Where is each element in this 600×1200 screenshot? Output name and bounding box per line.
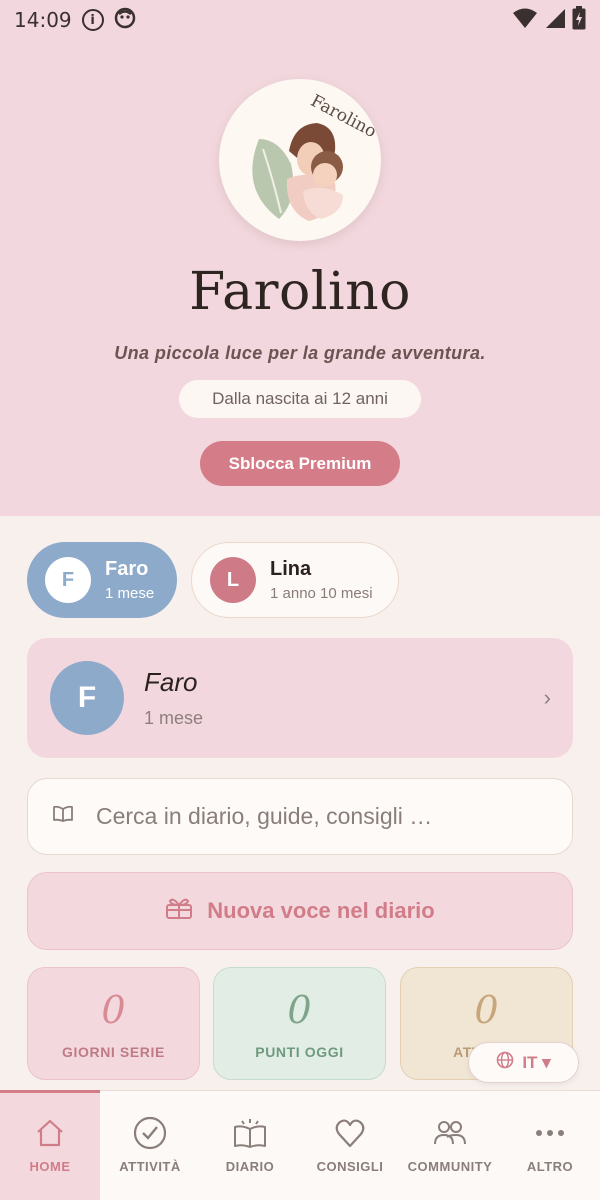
globe-icon	[496, 1051, 514, 1074]
open-book-icon	[232, 1115, 268, 1151]
face-icon	[114, 7, 136, 34]
bottom-navigation: HOME ATTIVITÀ DIARIO CONSIGLI COMMUNITY …	[0, 1090, 600, 1200]
chevron-right-icon: ›	[543, 685, 551, 710]
stat-value: 0	[101, 988, 126, 1032]
child-profile-card[interactable]: F Faro 1 mese ›	[27, 638, 573, 758]
book-icon	[52, 805, 74, 828]
child-name: Faro	[105, 558, 149, 580]
language-label: IT ▾	[522, 1052, 551, 1072]
child-age: 1 mese	[105, 585, 155, 602]
profile-name: Faro	[144, 667, 198, 697]
nav-label: CONSIGLI	[316, 1159, 384, 1174]
heart-icon	[332, 1115, 368, 1151]
info-icon: i	[81, 9, 104, 31]
stat-label: PUNTI OGGI	[255, 1044, 344, 1060]
age-range-badge: Dalla nascita ai 12 anni	[179, 380, 421, 418]
stat-value: 0	[287, 988, 312, 1032]
signal-icon	[544, 7, 566, 34]
profile-age: 1 mese	[144, 708, 204, 728]
nav-label: HOME	[29, 1159, 71, 1174]
wifi-icon	[512, 7, 538, 34]
language-selector[interactable]: IT ▾	[468, 1042, 579, 1083]
nav-altro[interactable]: ALTRO	[500, 1091, 600, 1200]
nav-label: COMMUNITY	[407, 1159, 493, 1174]
app-logo: Farolino	[219, 79, 381, 241]
nav-label: DIARIO	[225, 1159, 275, 1174]
stat-label: GIORNI SERIE	[62, 1044, 165, 1060]
status-bar: 14:09 i	[0, 0, 600, 40]
tagline: Una piccola luce per la grande avventura…	[114, 343, 486, 363]
nav-community[interactable]: COMMUNITY	[400, 1091, 500, 1200]
nav-home[interactable]: HOME	[0, 1090, 100, 1200]
nav-diario[interactable]: DIARIO	[200, 1091, 300, 1200]
people-icon	[432, 1115, 468, 1151]
child-name: Lina	[270, 558, 312, 580]
avatar: F	[50, 661, 124, 735]
child-chip-faro[interactable]: F Faro 1 mese	[27, 542, 177, 618]
home-icon	[32, 1115, 68, 1151]
nav-label: ALTRO	[526, 1159, 574, 1174]
avatar: F	[45, 557, 91, 603]
new-diary-entry-button[interactable]: Nuova voce nel diario	[27, 872, 573, 950]
search-box[interactable]	[27, 778, 573, 855]
unlock-premium-button[interactable]: Sblocca Premium	[200, 441, 400, 486]
status-time: 14:09	[14, 8, 72, 32]
avatar: L	[210, 557, 256, 603]
nav-label: ATTIVITÀ	[119, 1159, 181, 1174]
stat-streak-days: 0 GIORNI SERIE	[27, 967, 200, 1080]
nav-consigli[interactable]: CONSIGLI	[300, 1091, 400, 1200]
battery-icon	[572, 5, 586, 35]
new-entry-label: Nuova voce nel diario	[207, 898, 435, 923]
stat-value: 0	[474, 988, 499, 1032]
stat-points-today: 0 PUNTI OGGI	[213, 967, 386, 1080]
app-title: Farolino	[189, 262, 411, 322]
hero-section	[0, 0, 600, 516]
child-age: 1 anno 10 mesi	[270, 585, 373, 602]
child-chip-lina[interactable]: L Lina 1 anno 10 mesi	[191, 542, 399, 618]
gift-icon	[165, 896, 193, 926]
nav-attivita[interactable]: ATTIVITÀ	[100, 1091, 200, 1200]
check-circle-icon	[132, 1115, 168, 1151]
search-input[interactable]	[96, 803, 516, 830]
more-icon	[532, 1115, 568, 1151]
